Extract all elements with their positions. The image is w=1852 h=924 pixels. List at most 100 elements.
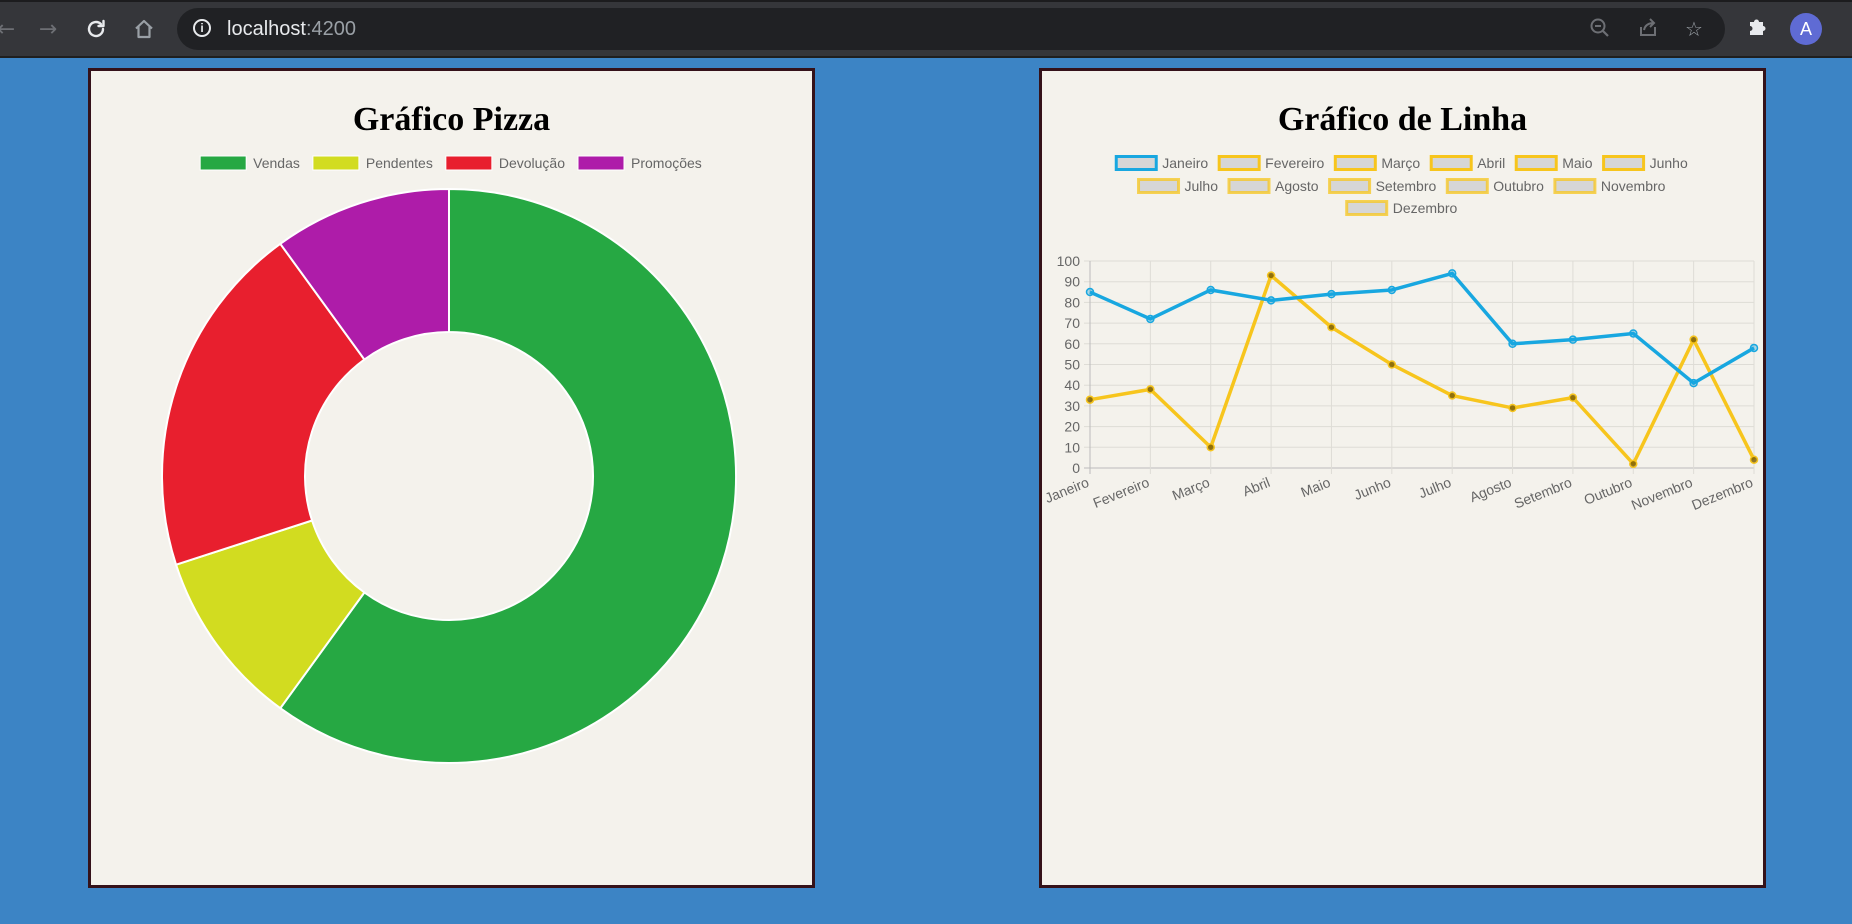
legend-swatch: [1114, 155, 1158, 171]
extensions-puzzle-icon[interactable]: [1743, 14, 1773, 44]
legend-item[interactable]: Novembro: [1553, 178, 1666, 194]
x-tick-label: Janeiro: [1043, 474, 1092, 506]
legend-item[interactable]: Fevereiro: [1217, 155, 1325, 171]
zoom-out-icon[interactable]: [1587, 16, 1613, 42]
x-tick-label: Fevereiro: [1091, 474, 1152, 511]
legend-swatch: [1553, 178, 1597, 194]
legend-swatch: [1602, 155, 1646, 171]
x-tick-label: Dezembro: [1689, 474, 1755, 513]
data-point[interactable]: [1689, 335, 1698, 344]
zoom-out-glyph: [1590, 18, 1609, 37]
y-tick-label: 50: [1064, 357, 1080, 373]
data-point[interactable]: [1085, 287, 1095, 297]
legend-item[interactable]: Vendas: [199, 155, 300, 171]
data-point[interactable]: [1508, 339, 1517, 349]
x-tick-label: Maio: [1298, 474, 1332, 500]
legend-swatch: [1345, 200, 1389, 216]
legend-item[interactable]: Dezembro: [1345, 200, 1458, 216]
legend-item[interactable]: Junho: [1602, 155, 1688, 171]
y-tick-label: 0: [1072, 460, 1080, 476]
legend-label: Vendas: [253, 155, 300, 171]
x-tick-label: Agosto: [1467, 474, 1514, 505]
legend-item[interactable]: Maio: [1514, 155, 1593, 171]
home-icon-glyph: [135, 19, 153, 39]
legend-label: Pendentes: [366, 155, 433, 171]
legend-label: Julho: [1185, 178, 1219, 194]
data-point[interactable]: [1206, 443, 1215, 452]
legend-swatch: [199, 155, 247, 171]
back-arrow-icon[interactable]: ←: [0, 11, 24, 47]
y-tick-label: 90: [1064, 274, 1080, 290]
x-tick-label: Abril: [1240, 474, 1272, 499]
legend-label: Fevereiro: [1265, 155, 1324, 171]
pie-chart: Vendas Pendentes Devolução Promoções: [161, 155, 737, 764]
legend-swatch: [1137, 178, 1181, 194]
legend-label: Agosto: [1275, 178, 1319, 194]
data-point[interactable]: [1568, 393, 1578, 402]
line-chart: Janeiro Fevereiro Março Abril Maio JunhoJulho…: [1043, 155, 1759, 513]
legend-label: Dezembro: [1393, 200, 1458, 216]
x-tick-label: Outubro: [1581, 474, 1634, 508]
legend-swatch: [445, 155, 493, 171]
profile-avatar[interactable]: A: [1790, 13, 1822, 45]
legend-item[interactable]: Abril: [1429, 155, 1505, 171]
legend-label: Promoções: [631, 155, 702, 171]
legend-swatch: [1227, 178, 1271, 194]
data-point[interactable]: [1146, 314, 1155, 324]
series-line: [1089, 273, 1756, 466]
legend-item[interactable]: Março: [1333, 155, 1420, 171]
y-tick-label: 30: [1064, 398, 1080, 414]
data-point[interactable]: [1387, 360, 1397, 369]
legend-swatch: [1328, 178, 1372, 194]
data-point[interactable]: [1689, 378, 1698, 388]
legend-item[interactable]: Pendentes: [312, 155, 433, 171]
legend-label: Devolução: [499, 155, 565, 171]
legend-item[interactable]: Promoções: [577, 155, 702, 171]
data-point[interactable]: [1327, 289, 1336, 299]
legend-item[interactable]: Devolução: [445, 155, 565, 171]
forward-arrow-icon[interactable]: →: [30, 11, 66, 47]
share-icon[interactable]: [1635, 16, 1661, 42]
data-point[interactable]: [1206, 285, 1215, 295]
tab-strip-edge: [0, 0, 1852, 2]
legend-item[interactable]: Julho: [1137, 178, 1219, 194]
legend-item[interactable]: Agosto: [1227, 178, 1319, 194]
legend-label: Janeiro: [1162, 155, 1208, 171]
legend-swatch: [1514, 155, 1558, 171]
data-point[interactable]: [1266, 271, 1276, 280]
legend-label: Maio: [1562, 155, 1593, 171]
data-point[interactable]: [1749, 343, 1759, 353]
data-point[interactable]: [1387, 285, 1397, 295]
data-point[interactable]: [1146, 385, 1155, 394]
x-tick-label: Novembro: [1629, 474, 1695, 513]
y-tick-label: 40: [1064, 377, 1080, 393]
data-point[interactable]: [1508, 403, 1517, 413]
x-tick-label: Setembro: [1512, 474, 1574, 512]
data-point[interactable]: [1629, 329, 1638, 338]
data-point[interactable]: [1447, 391, 1457, 400]
legend-item[interactable]: Outubro: [1445, 178, 1544, 194]
legend-item[interactable]: Janeiro: [1114, 155, 1208, 171]
y-tick-label: 70: [1064, 315, 1080, 331]
legend-swatch: [1333, 155, 1377, 171]
browser-toolbar: ← → i localhost:4200 ☆ A: [0, 0, 1852, 58]
home-icon[interactable]: [126, 11, 162, 47]
url-host: localhost: [227, 18, 306, 40]
line-chart-card: Gráfico de Linha Janeiro Fevereiro Março Ab…: [1039, 68, 1766, 888]
legend-item[interactable]: Setembro: [1328, 178, 1437, 194]
reload-icon[interactable]: [78, 11, 114, 47]
bookmark-star-icon[interactable]: ☆: [1681, 16, 1707, 42]
info-icon[interactable]: i: [193, 19, 211, 37]
data-point[interactable]: [1266, 296, 1276, 305]
puzzle-glyph: [1750, 19, 1766, 35]
url-text[interactable]: localhost:4200: [227, 18, 356, 41]
address-bar[interactable]: i localhost:4200 ☆: [177, 8, 1725, 50]
data-point[interactable]: [1085, 395, 1095, 404]
data-point[interactable]: [1568, 335, 1578, 344]
data-point[interactable]: [1327, 322, 1336, 332]
data-point[interactable]: [1447, 269, 1457, 278]
data-point[interactable]: [1629, 459, 1638, 469]
data-point[interactable]: [1749, 455, 1759, 464]
legend-swatch: [1445, 178, 1489, 194]
legend-swatch: [1429, 155, 1473, 171]
